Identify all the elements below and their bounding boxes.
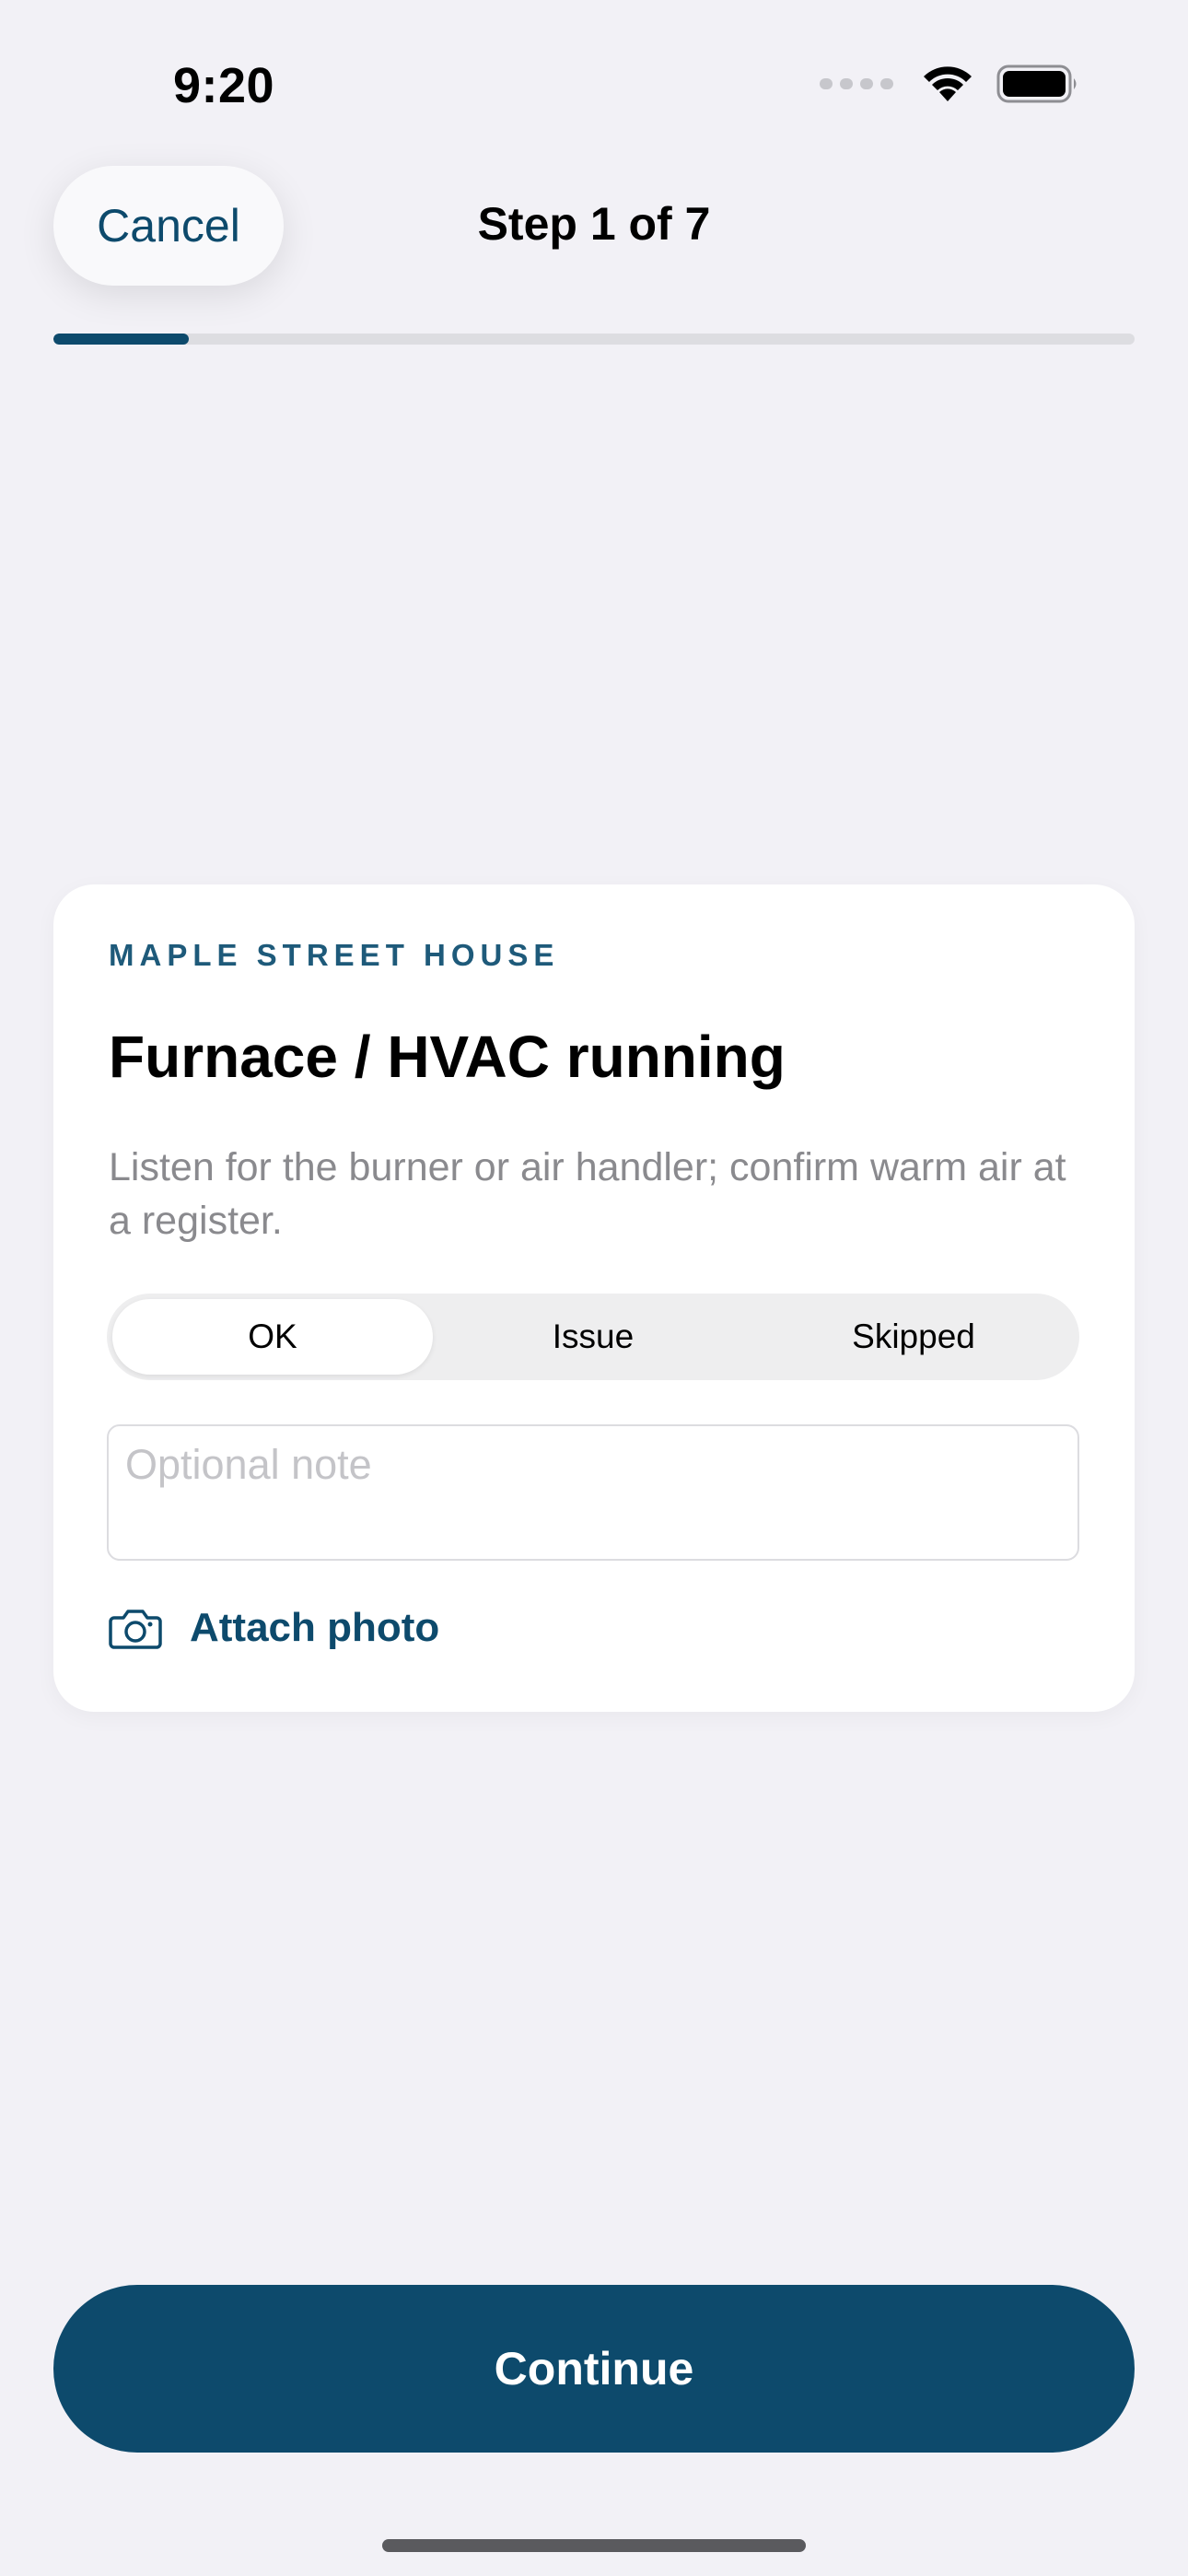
continue-button[interactable]: Continue <box>53 2285 1135 2453</box>
note-field[interactable] <box>107 1424 1079 1561</box>
signal-icon <box>820 78 893 89</box>
progress-bar <box>53 334 1135 345</box>
segment-issue[interactable]: Issue <box>433 1299 753 1375</box>
attach-photo-button[interactable]: Attach photo <box>109 1605 439 1651</box>
item-description: Listen for the burner or air handler; co… <box>109 1145 1066 1243</box>
screen: 9:20 Cancel Step 1 of 7 MAPLE STREET HOU… <box>0 0 1188 2576</box>
status-time: 9:20 <box>173 58 275 113</box>
segment-skipped[interactable]: Skipped <box>753 1299 1074 1375</box>
status-icons <box>820 64 1079 103</box>
status-segmented-control: OK Issue Skipped <box>107 1294 1079 1380</box>
attach-photo-label: Attach photo <box>190 1605 440 1650</box>
home-indicator <box>382 2539 806 2552</box>
checklist-card: MAPLE STREET HOUSE Furnace / HVAC runnin… <box>53 884 1135 1712</box>
progress-fill <box>53 334 189 345</box>
battery-icon <box>996 64 1077 103</box>
step-title: Step 1 of 7 <box>477 198 711 250</box>
property-name: MAPLE STREET HOUSE <box>109 938 560 972</box>
camera-icon <box>109 1610 162 1649</box>
segment-ok[interactable]: OK <box>112 1299 433 1375</box>
item-title: Furnace / HVAC running <box>109 1024 786 1090</box>
wifi-icon <box>924 66 972 101</box>
